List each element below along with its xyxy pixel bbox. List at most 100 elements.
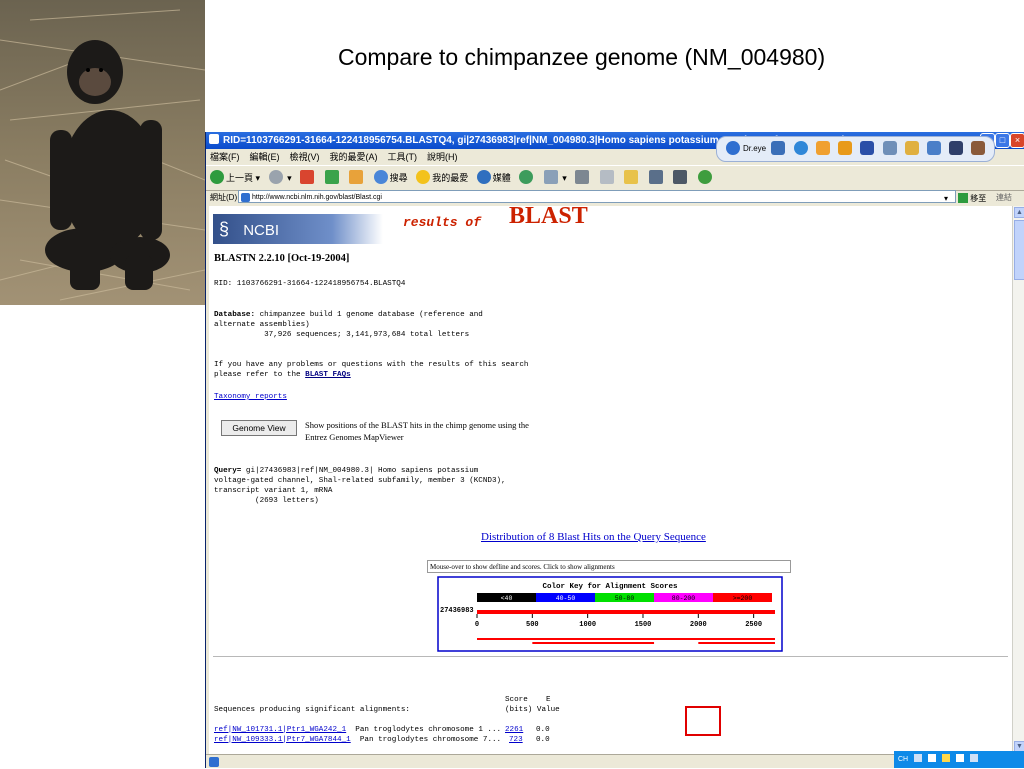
menu-help[interactable]: 說明(H) xyxy=(427,152,458,162)
diamond-icon[interactable] xyxy=(949,141,964,155)
genome-view-description: Show positions of the BLAST hits in the … xyxy=(305,420,529,442)
tray-keyboard-icon[interactable] xyxy=(914,754,923,762)
favorites-button[interactable]: 我的最愛 xyxy=(416,166,468,190)
highlighter-icon[interactable] xyxy=(838,141,853,155)
menu-favorites[interactable]: 我的最愛(A) xyxy=(330,152,378,162)
slide-title: Compare to chimpanzee genome (NM_004980) xyxy=(338,44,826,70)
hit-evalue: 0.0 xyxy=(536,726,550,734)
query-line-3: transcript variant 1, mRNA xyxy=(214,487,333,495)
hit-id-link[interactable]: ref|NW_109333.1|Ptr7_WGA7844_1 xyxy=(214,736,351,744)
database-line-3: 37,926 sequences; 3,141,973,684 total le… xyxy=(214,331,470,339)
go-button[interactable]: 移至 xyxy=(958,190,986,207)
query-bar xyxy=(477,610,775,614)
problems-line-1: If you have any problems or questions wi… xyxy=(214,361,529,369)
close-button[interactable]: × xyxy=(1010,133,1024,148)
hit-bar[interactable] xyxy=(532,642,655,644)
browser-window: RID=1103766291-31664-122418956754.BLASTQ… xyxy=(205,132,1024,768)
genome-view-button[interactable]: Genome View xyxy=(221,420,297,436)
color-key-title: Color Key for Alignment Scores xyxy=(542,583,678,591)
menu-file[interactable]: 檔案(F) xyxy=(210,152,240,162)
blast-hit-graphic[interactable]: Color Key for Alignment Scores <40 40-50 5… xyxy=(437,576,783,652)
tag-icon[interactable] xyxy=(904,141,919,155)
hit-description: Pan troglodytes chromosome 1 ... xyxy=(355,726,502,734)
status-page-icon xyxy=(209,757,219,767)
blast-faqs-link[interactable]: BLAST FAQs xyxy=(305,371,351,379)
distribution-title: Distribution of 8 Blast Hits on the Quer… xyxy=(481,531,706,543)
pointer-icon[interactable] xyxy=(927,141,941,155)
axis-tick-label: 1500 xyxy=(635,621,652,629)
address-label: 網址(D) xyxy=(210,193,238,202)
vertical-scrollbar[interactable]: ▲ ▼ xyxy=(1012,206,1024,754)
mail-icon xyxy=(543,170,558,184)
go-arrow-icon xyxy=(958,193,968,203)
search-button[interactable]: 搜尋 xyxy=(373,166,408,190)
chimpanzee-photo xyxy=(0,0,205,305)
ie-icon xyxy=(209,134,219,144)
maximize-button[interactable]: □ xyxy=(995,133,1010,148)
color-key-bin-label: >=200 xyxy=(733,595,753,602)
scroll-thumb[interactable] xyxy=(1014,220,1024,280)
hit-score-link[interactable]: 2261 xyxy=(505,725,523,735)
print-icon xyxy=(575,170,590,184)
refresh-icon xyxy=(324,170,339,184)
folder-button[interactable] xyxy=(624,166,640,190)
notebook-icon[interactable] xyxy=(971,141,986,155)
edit-button[interactable] xyxy=(599,166,616,190)
hit-score-link[interactable]: 723 xyxy=(509,735,523,745)
book-icon xyxy=(648,170,663,184)
research-button[interactable] xyxy=(648,166,665,190)
tray-ime-icon[interactable] xyxy=(941,754,950,762)
links-label[interactable]: 連結 xyxy=(996,189,1012,206)
magnifier-icon[interactable] xyxy=(882,141,897,155)
pen-icon[interactable] xyxy=(860,141,875,155)
hit-bar[interactable] xyxy=(477,638,775,640)
taxonomy-reports-link[interactable]: Taxonomy reports xyxy=(214,392,287,402)
print-button[interactable] xyxy=(575,166,591,190)
address-input[interactable]: http://www.ncbi.nlm.nih.gov/blast/Blast.… xyxy=(238,190,956,203)
history-button[interactable] xyxy=(519,166,535,190)
tray-pen-icon[interactable] xyxy=(928,754,937,762)
media-button[interactable]: 媒體 xyxy=(476,166,511,190)
calculator-button[interactable] xyxy=(673,166,689,190)
crayon-icon[interactable] xyxy=(815,141,830,155)
ie-blue-icon[interactable] xyxy=(793,141,808,155)
forward-arrow-icon xyxy=(268,170,283,184)
query-line-4: (2693 letters) xyxy=(214,497,319,505)
folder-icon xyxy=(624,170,639,184)
refresh-button[interactable] xyxy=(324,166,341,190)
toolbar: 上一頁 ▾ ▾ 搜尋 我的最愛 媒體 ▾ xyxy=(206,165,1024,191)
back-button[interactable]: 上一頁 ▾ xyxy=(210,166,260,190)
menu-edit[interactable]: 編輯(E) xyxy=(250,152,280,162)
page-icon xyxy=(241,193,250,202)
hit-bar[interactable] xyxy=(698,642,775,644)
tray-help-icon[interactable] xyxy=(969,754,978,762)
input-method-label[interactable]: CH xyxy=(898,756,908,763)
score-header-2: (bits) Value xyxy=(505,706,560,714)
menu-tools[interactable]: 工具(T) xyxy=(388,152,418,162)
ncbi-logo[interactable]: § NCBI xyxy=(213,214,383,244)
address-dropdown-icon[interactable]: ▾ xyxy=(944,190,948,207)
tray-tools-icon[interactable] xyxy=(955,754,964,762)
dreye-label[interactable]: Dr.eye xyxy=(743,144,766,153)
monitor-icon[interactable] xyxy=(771,141,786,155)
mail-button[interactable]: ▾ xyxy=(543,166,567,190)
color-key-bin-label: 80-200 xyxy=(672,595,696,602)
axis-tick-label: 2500 xyxy=(745,621,762,629)
media-icon xyxy=(476,170,491,184)
database-line-2: alternate assemblies) xyxy=(214,321,310,329)
color-key-bins: <40 40-50 50-80 80-200 >=200 xyxy=(477,593,772,602)
home-button[interactable] xyxy=(349,166,365,190)
menu-view[interactable]: 檢視(V) xyxy=(290,152,320,162)
mouseover-box: Mouse-over to show defline and scores. C… xyxy=(427,560,791,573)
messenger-button[interactable] xyxy=(697,166,714,190)
score-header-1: Score E xyxy=(505,696,551,704)
stop-button[interactable] xyxy=(300,166,316,190)
forward-button[interactable]: ▾ xyxy=(268,166,292,190)
scroll-up-icon[interactable]: ▲ xyxy=(1014,207,1024,218)
problems-line-2: please refer to the BLAST FAQs xyxy=(214,371,351,379)
extension-toolbar: Dr.eye xyxy=(716,136,996,162)
color-key-bin-label: 50-80 xyxy=(615,595,635,602)
axis-tick-label: 500 xyxy=(526,621,539,629)
hit-id-link[interactable]: ref|NW_101731.1|Ptr1_WGA242_1 xyxy=(214,726,346,734)
stop-icon xyxy=(300,170,315,184)
